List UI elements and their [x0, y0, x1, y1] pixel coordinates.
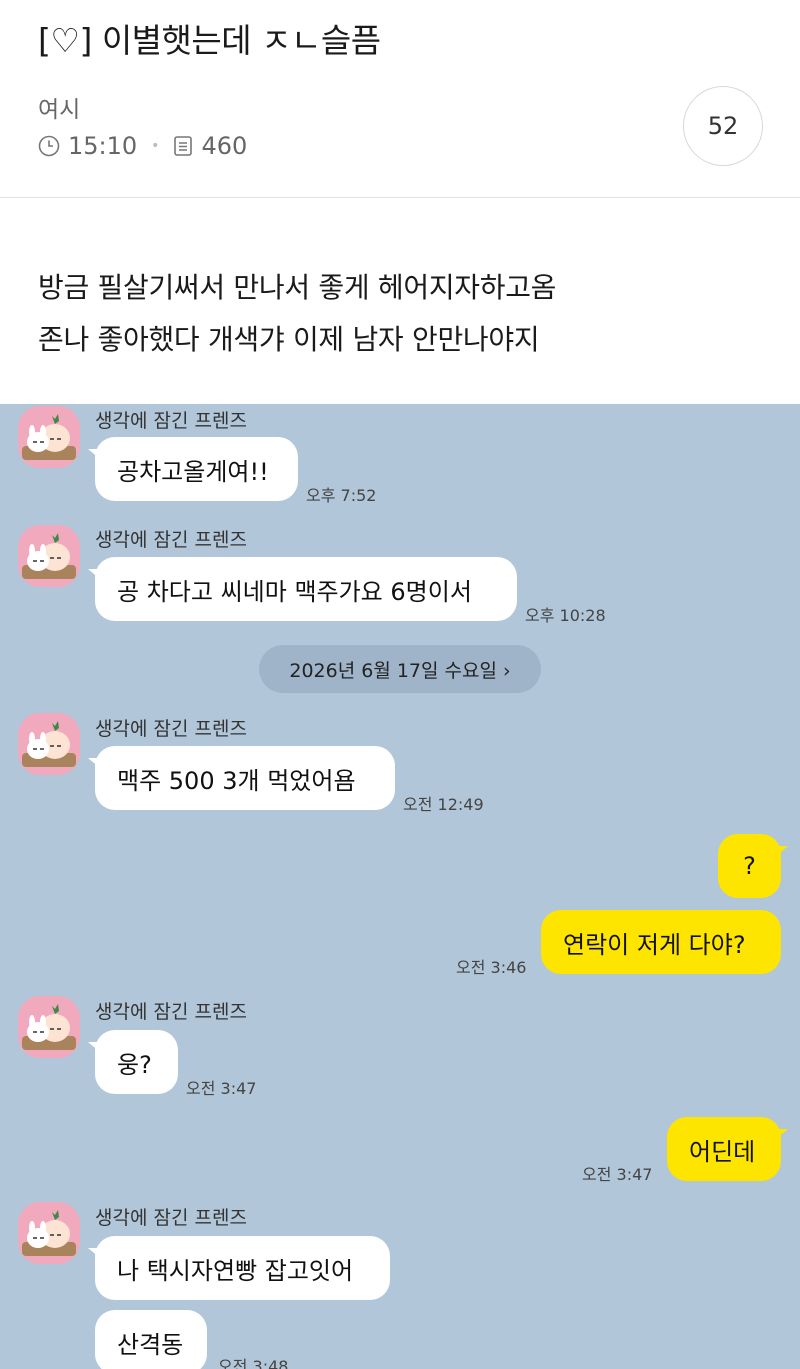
post-meta: 15:10 • 460: [38, 132, 247, 160]
chat-screenshot: 생각에 잠긴 프렌즈 공차고올게여!! 오후 7:52 생각에 잠긴 프렌즈 공…: [0, 404, 800, 1369]
profile-avatar[interactable]: [18, 525, 80, 587]
post-body-line: 존나 좋아했다 개색갸 이제 남자 안만나야지: [38, 323, 540, 356]
post-body-line: 방금 필살기써서 만나서 좋게 헤어지자하고옴: [38, 271, 557, 304]
message-bubble[interactable]: 나 택시자연빵 잡고잇어: [88, 1236, 390, 1300]
profile-avatar[interactable]: [18, 996, 80, 1058]
message-bubble[interactable]: 웅?: [88, 1030, 178, 1094]
my-message-bubble[interactable]: 연락이 저게 다야?: [541, 910, 781, 974]
my-message-bubble[interactable]: ?: [718, 834, 788, 898]
post-time: 15:10: [38, 132, 137, 160]
character-avatar-icon: [18, 1202, 80, 1264]
message-time: 오전 3:47: [582, 1165, 653, 1184]
message-time: 오후 10:28: [525, 606, 606, 625]
sender-name: 생각에 잠긴 프렌즈: [95, 529, 247, 551]
date-divider[interactable]: 2026년 6월 17일 수요일 ›: [259, 645, 541, 693]
post-views: 460: [173, 132, 247, 160]
sender-name: 생각에 잠긴 프렌즈: [95, 1001, 247, 1023]
document-icon: [174, 136, 193, 156]
character-avatar-icon: [18, 406, 80, 468]
message-time: 오전 3:47: [186, 1079, 257, 1098]
post-time-value: 15:10: [68, 132, 138, 160]
post-views-value: 460: [201, 132, 248, 160]
sender-name: 생각에 잠긴 프렌즈: [95, 410, 247, 432]
post-header: [♡] 이별햇는데 ㅈㄴ슬픔 여시 15:10 • 460 52: [0, 0, 800, 198]
comment-count-button[interactable]: 52: [683, 86, 763, 166]
message-time: 오전 12:49: [403, 795, 484, 814]
character-avatar-icon: [18, 713, 80, 775]
character-avatar-icon: [18, 996, 80, 1058]
message-bubble[interactable]: 맥주 500 3개 먹었어욤: [88, 746, 395, 810]
character-avatar-icon: [18, 525, 80, 587]
message-time: 오전 3:46: [456, 958, 527, 977]
sender-name: 생각에 잠긴 프렌즈: [95, 718, 247, 740]
profile-avatar[interactable]: [18, 1202, 80, 1264]
profile-avatar[interactable]: [18, 713, 80, 775]
meta-separator: •: [151, 138, 160, 154]
sender-name: 생각에 잠긴 프렌즈: [95, 1207, 247, 1229]
post-title: [♡] 이별햇는데 ㅈㄴ슬픔: [38, 21, 381, 60]
my-message-bubble[interactable]: 어딘데: [667, 1117, 788, 1181]
post-author[interactable]: 여시: [38, 90, 80, 124]
message-bubble[interactable]: 공차고올게여!!: [88, 437, 298, 501]
message-time: 오전 3:48: [218, 1357, 289, 1369]
clock-icon: [38, 135, 60, 157]
message-time: 오후 7:52: [306, 486, 377, 505]
message-bubble[interactable]: 산격동: [95, 1310, 207, 1369]
post-body: 방금 필살기써서 만나서 좋게 헤어지자하고옴 존나 좋아했다 개색갸 이제 남…: [38, 262, 556, 366]
message-bubble[interactable]: 공 차다고 씨네마 맥주가요 6명이서: [88, 557, 517, 621]
profile-avatar[interactable]: [18, 406, 80, 468]
